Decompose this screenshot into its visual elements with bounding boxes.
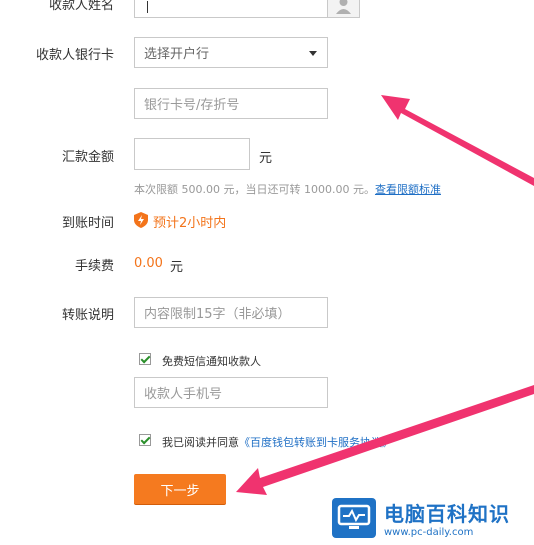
bank-select[interactable]: 选择开户行 <box>134 37 328 68</box>
amount-unit: 元 <box>259 151 273 166</box>
watermark-logo-icon <box>332 498 376 538</box>
card-number-placeholder: 银行卡号/存折号 <box>144 98 240 113</box>
payee-name-label: 收款人姓名 <box>48 0 114 13</box>
note-input[interactable]: 内容限制15字（非必填） <box>134 297 328 328</box>
agree-prefix: 我已阅读并同意 <box>162 436 239 449</box>
sms-checkbox-label: 免费短信通知收款人 <box>162 355 261 368</box>
agree-checkbox[interactable] <box>139 434 151 446</box>
amount-input[interactable] <box>134 138 250 170</box>
bank-select-value: 选择开户行 <box>144 47 210 62</box>
arrival-value: 预计2小时内 <box>153 216 227 231</box>
phone-input[interactable]: 收款人手机号 <box>134 377 328 408</box>
phone-placeholder: 收款人手机号 <box>144 387 223 402</box>
limit-hint-text: 本次限额 500.00 元，当日还可转 1000.00 元。 <box>134 183 375 196</box>
fee-label: 手续费 <box>74 259 114 274</box>
shield-icon <box>134 212 148 228</box>
chevron-down-icon <box>309 51 317 56</box>
user-icon[interactable] <box>327 0 359 17</box>
limit-hint: 本次限额 500.00 元，当日还可转 1000.00 元。查看限额标准 <box>134 181 441 197</box>
watermark-url: www.pc-daily.com <box>384 527 474 538</box>
agree-label: 我已阅读并同意《百度钱包转账到卡服务协议》 <box>162 434 393 450</box>
watermark-title: 电脑百科知识 <box>384 502 510 526</box>
agreement-link[interactable]: 《百度钱包转账到卡服务协议》 <box>239 436 393 449</box>
payee-name-input[interactable] <box>134 0 360 18</box>
limit-standard-link[interactable]: 查看限额标准 <box>375 183 441 196</box>
note-label: 转账说明 <box>61 308 114 323</box>
text-cursor <box>147 1 148 13</box>
sms-checkbox[interactable] <box>139 353 151 365</box>
note-placeholder: 内容限制15字（非必填） <box>144 307 291 322</box>
card-number-input[interactable]: 银行卡号/存折号 <box>134 88 328 119</box>
fee-value: 0.00 <box>134 256 163 271</box>
fee-unit: 元 <box>170 260 184 275</box>
payee-bank-label: 收款人银行卡 <box>35 48 114 63</box>
watermark: 电脑百科知识 www.pc-daily.com <box>326 491 534 545</box>
amount-label: 汇款金额 <box>61 150 114 165</box>
next-button[interactable]: 下一步 <box>134 474 226 504</box>
arrival-label: 到账时间 <box>61 216 114 231</box>
